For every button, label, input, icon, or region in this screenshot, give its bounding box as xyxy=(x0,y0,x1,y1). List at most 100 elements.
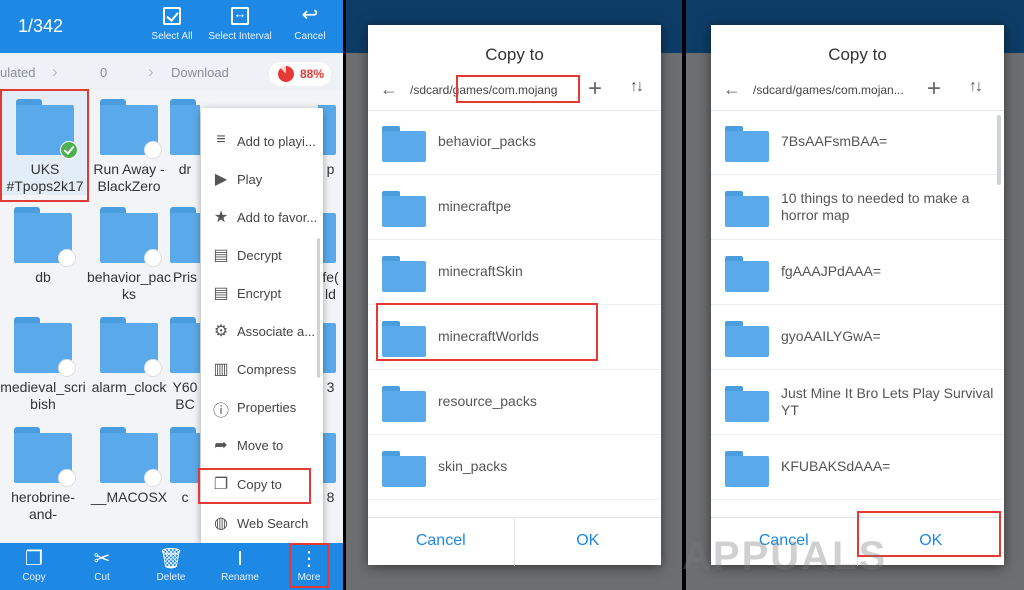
copy-to-panel-2: Copy to ← /sdcard/games/com.mojan... + ↑… xyxy=(686,0,1024,590)
folder-row[interactable]: 7BsAAFsmBAA= xyxy=(711,111,1004,175)
menu-item-encrypt[interactable]: ▤ Encrypt xyxy=(201,274,323,312)
folder-icon xyxy=(14,207,76,267)
folder-row[interactable]: minecraftpe xyxy=(368,176,661,240)
bottom-action-bar: ❐ Copy ✂ Cut 🗑 Delete I Rename ⋮ More xyxy=(0,543,343,590)
current-path: /sdcard/games/com.mojan... xyxy=(753,83,904,97)
sort-icon[interactable]: ↑↓ xyxy=(969,78,983,96)
copy-button[interactable]: ❐ Copy xyxy=(4,546,64,583)
folder-row[interactable]: resource_packs xyxy=(368,371,661,435)
folder-icon xyxy=(14,427,76,487)
context-menu: ≡ Add to playi... ▶ Play ★ Add to favor.… xyxy=(201,108,323,545)
folder-list: behavior_packs minecraftpe minecraftSkin… xyxy=(368,111,661,516)
rename-button[interactable]: I Rename xyxy=(210,546,270,583)
back-arrow-icon[interactable]: ← xyxy=(380,79,398,100)
breadcrumb-item[interactable]: Download xyxy=(171,65,229,80)
folder-icon xyxy=(725,126,769,162)
path-bar: ← /sdcard/games/com.mojan... + ↑↓ xyxy=(711,73,1004,111)
copy-to-panel-1: Copy to ← /sdcard/games/com.mojang + ↑↓ … xyxy=(346,0,682,590)
file-tile[interactable]: db xyxy=(0,207,86,311)
folder-row[interactable]: 10 things to needed to make a horror map xyxy=(711,176,1004,240)
breadcrumb-item[interactable]: ulated xyxy=(0,65,35,80)
folder-icon xyxy=(725,256,769,292)
menu-item-add-to-playlist[interactable]: ≡ Add to playi... xyxy=(201,122,323,160)
folder-row[interactable]: fgAAAJPdAAA= xyxy=(711,241,1004,305)
watermark-logo: APPUALS xyxy=(682,534,888,578)
folder-list: 7BsAAFsmBAA= 10 things to needed to make… xyxy=(711,111,1004,516)
copy-to-dialog: Copy to ← /sdcard/games/com.mojang + ↑↓ … xyxy=(368,25,662,566)
dialog-title: Copy to xyxy=(828,45,887,64)
rename-icon: I xyxy=(237,548,243,570)
chevron-right-icon: › xyxy=(52,62,58,81)
breadcrumb-item[interactable]: 0 xyxy=(100,65,107,80)
folder-row[interactable]: minecraftWorlds xyxy=(368,306,661,370)
menu-item-web-search[interactable]: ◍ Web Search xyxy=(201,504,323,542)
chevron-right-icon: › xyxy=(148,62,154,81)
file-tile[interactable]: dr xyxy=(170,91,200,195)
add-folder-icon[interactable]: + xyxy=(588,75,602,103)
playlist-add-icon: ≡ xyxy=(216,131,226,148)
folder-row[interactable]: minecraftSkin xyxy=(368,241,661,305)
folder-row[interactable]: skin_packs xyxy=(368,436,661,500)
file-tile[interactable]: medieval_scribish xyxy=(0,317,86,421)
folder-icon xyxy=(382,256,426,292)
dialog-title: Copy to xyxy=(485,45,544,64)
folder-icon xyxy=(170,99,200,155)
folder-row[interactable]: KFUBAKSdAAA= xyxy=(711,436,1004,500)
folder-icon xyxy=(170,427,200,483)
folder-icon xyxy=(382,191,426,227)
file-tile[interactable]: Y60 BC xyxy=(170,317,200,421)
folder-icon xyxy=(725,451,769,487)
path-bar: ← /sdcard/games/com.mojang + ↑↓ xyxy=(368,73,661,111)
folder-row[interactable]: behavior_packs xyxy=(368,111,661,175)
storage-pie-icon xyxy=(278,66,294,82)
current-path: /sdcard/games/com.mojang xyxy=(410,83,558,97)
folder-icon xyxy=(100,99,162,159)
menu-item-play[interactable]: ▶ Play xyxy=(201,160,323,198)
more-vertical-icon: ⋮ xyxy=(299,548,319,570)
back-arrow-icon[interactable]: ← xyxy=(723,79,741,100)
file-tile[interactable]: behavior_packs xyxy=(86,207,172,311)
file-tile[interactable]: c xyxy=(170,427,200,531)
list-scrollbar[interactable] xyxy=(997,115,1001,185)
folder-icon xyxy=(382,321,426,357)
encrypt-icon: ▤ xyxy=(213,285,229,302)
dialog-footer: Cancel OK xyxy=(368,517,662,566)
ok-button[interactable]: OK xyxy=(515,518,662,566)
folder-icon xyxy=(16,99,78,159)
file-tile[interactable]: __MACOSX xyxy=(86,427,172,531)
folder-icon xyxy=(382,386,426,422)
cut-button[interactable]: ✂ Cut xyxy=(72,546,132,583)
file-tile[interactable]: alarm_clock xyxy=(86,317,172,421)
more-button[interactable]: ⋮ More xyxy=(279,546,339,583)
menu-item-copy-to[interactable]: ❐ Copy to xyxy=(201,465,323,503)
select-all-icon xyxy=(163,7,181,25)
select-all-button[interactable]: Select All xyxy=(150,7,194,42)
cancel-selection-button[interactable]: ↩ Cancel xyxy=(290,5,330,42)
cancel-button[interactable]: Cancel xyxy=(368,518,515,566)
select-interval-button[interactable]: Select Interval xyxy=(208,6,272,42)
folder-icon xyxy=(100,317,162,377)
menu-item-decrypt[interactable]: ▤ Decrypt xyxy=(201,236,323,274)
menu-item-move-to[interactable]: ➦ Move to xyxy=(201,426,323,464)
menu-scrollbar[interactable] xyxy=(317,238,320,378)
delete-button[interactable]: 🗑 Delete xyxy=(141,546,201,583)
trash-icon: 🗑 xyxy=(158,548,184,570)
file-tile[interactable]: Pris xyxy=(170,207,200,311)
file-tile[interactable]: UKS #Tpops2k17 xyxy=(2,91,88,195)
play-icon: ▶ xyxy=(214,171,228,188)
folder-row[interactable]: Just Mine It Bro Lets Play Survival YT xyxy=(711,371,1004,435)
menu-item-compress[interactable]: ▥ Compress xyxy=(201,350,323,388)
selection-toolbar: 1/342 Select All Select Interval ↩ Cance… xyxy=(0,0,343,53)
menu-item-properties[interactable]: ⓘ Properties xyxy=(201,388,323,426)
menu-item-add-to-favorites[interactable]: ★ Add to favor... xyxy=(201,198,323,236)
folder-icon xyxy=(14,317,76,377)
folder-icon xyxy=(382,451,426,487)
storage-badge[interactable]: 88% xyxy=(269,62,331,86)
select-interval-icon xyxy=(231,6,249,25)
sort-icon[interactable]: ↑↓ xyxy=(630,78,644,96)
menu-item-associate[interactable]: ⚙ Associate a... xyxy=(201,312,323,350)
file-tile[interactable]: herobrine-and- xyxy=(0,427,86,531)
add-folder-icon[interactable]: + xyxy=(927,75,941,103)
file-tile[interactable]: Run Away - BlackZero xyxy=(86,91,172,195)
folder-row[interactable]: gyoAAILYGwA= xyxy=(711,306,1004,370)
